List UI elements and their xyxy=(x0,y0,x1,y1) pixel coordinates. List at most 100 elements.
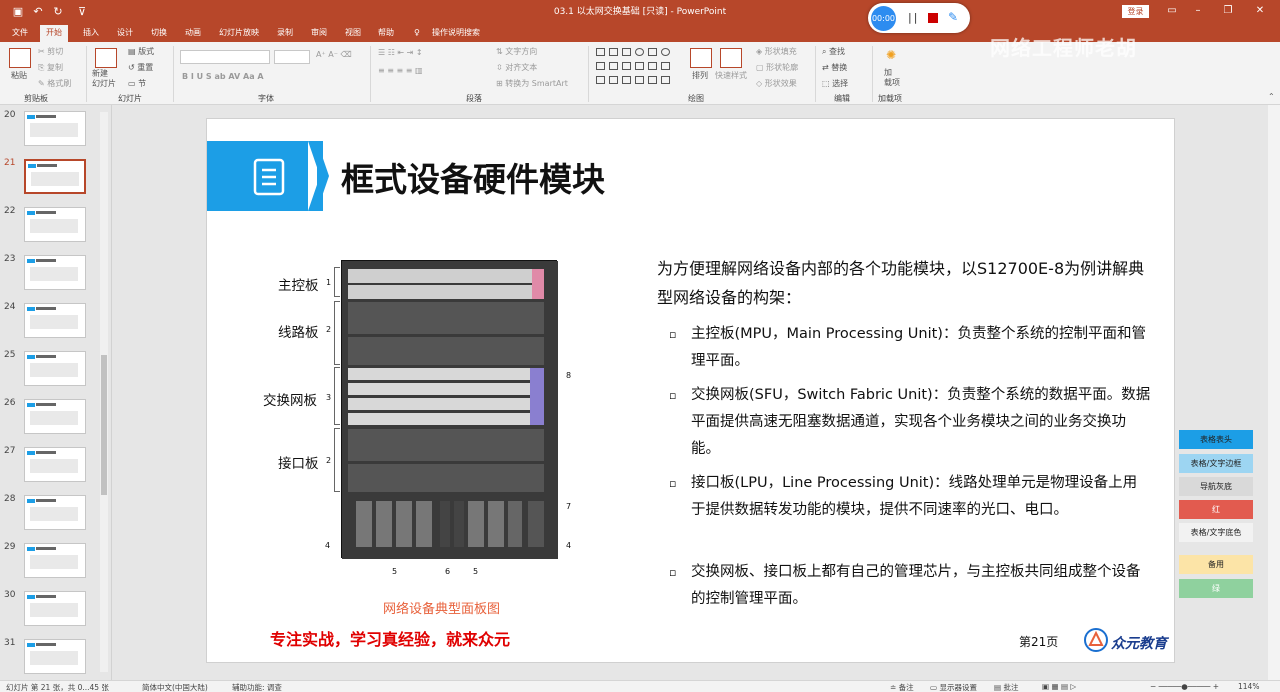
quick-styles-icon[interactable] xyxy=(720,48,742,68)
list-icons[interactable]: ☰ ☷ ⇤ ⇥ ↕ xyxy=(378,48,423,57)
zoom-level[interactable]: 114% xyxy=(1238,682,1259,691)
accessibility-status[interactable]: 辅助功能: 调查 xyxy=(232,682,282,692)
tab-record[interactable]: 录制 xyxy=(277,25,293,42)
tab-view[interactable]: 视图 xyxy=(345,25,361,42)
section-button[interactable]: ▭ 节 xyxy=(128,78,146,89)
find-button[interactable]: ⌕ 查找 xyxy=(822,46,845,57)
pause-button[interactable]: || xyxy=(908,11,919,24)
slide-thumbnail[interactable] xyxy=(24,447,86,482)
arrange-icon[interactable] xyxy=(690,48,712,68)
tell-me-search[interactable]: 操作说明搜索 xyxy=(432,25,480,42)
notes-button[interactable]: ≐ 备注 xyxy=(890,682,914,692)
align-text-button[interactable]: ⇳ 对齐文本 xyxy=(496,62,537,73)
minimize-button[interactable]: – xyxy=(1186,0,1210,22)
shape-outline-button[interactable]: ▢ 形状轮廓 xyxy=(756,62,798,73)
text-direction-button[interactable]: ⇅ 文字方向 xyxy=(496,46,537,57)
slide-thumbnail[interactable] xyxy=(24,303,86,338)
font-name-combo[interactable] xyxy=(180,50,270,64)
shape-brace-icon[interactable] xyxy=(648,62,657,70)
stop-button[interactable] xyxy=(928,13,938,23)
slide-thumbnail[interactable] xyxy=(24,639,86,674)
color-swatch[interactable]: 红 xyxy=(1179,500,1253,519)
shape-brace-icon[interactable] xyxy=(661,62,670,70)
comments-button[interactable]: ▤ 批注 xyxy=(994,682,1018,692)
shape-rect-icon[interactable] xyxy=(648,48,657,56)
tab-animations[interactable]: 动画 xyxy=(185,25,201,42)
shape-rect-icon[interactable] xyxy=(609,48,618,56)
collapse-ribbon-icon[interactable]: ⌃ xyxy=(1268,92,1275,101)
slide-thumbnail[interactable] xyxy=(24,255,86,290)
shape-arrow-icon[interactable] xyxy=(622,62,631,70)
addin-button[interactable]: 加 载项 xyxy=(884,68,900,88)
zoom-slider[interactable]: − ─────●───── + xyxy=(1150,682,1219,691)
slide-thumbnail[interactable] xyxy=(24,543,86,578)
tab-review[interactable]: 审阅 xyxy=(311,25,327,42)
copy-button[interactable]: ⎘ 复制 xyxy=(38,62,63,73)
slide-thumbnail[interactable] xyxy=(24,495,86,530)
slide-thumbnail[interactable] xyxy=(24,351,86,386)
slide-thumbnail-selected[interactable] xyxy=(24,159,86,194)
quick-styles-button[interactable]: 快速样式 xyxy=(715,70,747,81)
align-icons[interactable]: ≡ ≡ ≡ ≡ ▥ xyxy=(378,66,423,75)
smartart-button[interactable]: ⊞ 转换为 SmartArt xyxy=(496,78,568,89)
slide-thumbnail[interactable] xyxy=(24,399,86,434)
language-status[interactable]: 简体中文(中国大陆) xyxy=(142,682,208,692)
shape-star-icon[interactable] xyxy=(661,76,670,84)
arrange-button[interactable]: 排列 xyxy=(692,70,708,81)
shape-curve-icon[interactable] xyxy=(596,76,605,84)
paste-button[interactable]: 粘贴 xyxy=(11,70,27,81)
color-swatch[interactable]: 绿 xyxy=(1179,579,1253,598)
tab-design[interactable]: 设计 xyxy=(117,25,133,42)
font-format-icons[interactable]: B I U S ab AV Aa A xyxy=(182,72,264,81)
format-painter-button[interactable]: ✎ 格式刷 xyxy=(38,78,71,89)
shape-line-icon[interactable] xyxy=(622,48,631,56)
shape-curve-icon[interactable] xyxy=(635,76,644,84)
cut-button[interactable]: ✂ 剪切 xyxy=(38,46,63,57)
font-grow-icon[interactable]: A⁺ A⁻ ⌫ xyxy=(316,50,352,59)
close-button[interactable]: ✕ xyxy=(1248,0,1272,22)
color-swatch[interactable]: 表格/文字边框 xyxy=(1179,454,1253,473)
tab-insert[interactable]: 插入 xyxy=(83,25,99,42)
thumbnail-scroll-thumb[interactable] xyxy=(101,355,107,495)
shape-curve-icon[interactable] xyxy=(609,76,618,84)
tab-slideshow[interactable]: 幻灯片放映 xyxy=(219,25,259,42)
tab-home[interactable]: 开始 xyxy=(40,25,68,42)
color-swatch[interactable]: 表格表头 xyxy=(1179,430,1253,449)
shape-curve-icon[interactable] xyxy=(622,76,631,84)
replace-button[interactable]: ⇄ 替换 xyxy=(822,62,847,73)
new-slide-button[interactable]: 新建 幻灯片 xyxy=(92,69,116,89)
shape-rect-icon[interactable] xyxy=(596,48,605,56)
reset-button[interactable]: ↺ 重置 xyxy=(128,62,153,73)
display-settings-button[interactable]: ▭ 显示器设置 xyxy=(930,682,977,692)
paste-icon[interactable] xyxy=(9,48,31,68)
new-slide-icon[interactable] xyxy=(95,48,117,68)
shape-star-icon[interactable] xyxy=(648,76,657,84)
layout-button[interactable]: ▤ 版式 xyxy=(128,46,154,57)
slide-scrollbar[interactable] xyxy=(1268,105,1280,680)
tab-help[interactable]: 帮助 xyxy=(378,25,394,42)
color-swatch[interactable]: 表格/文字底色 xyxy=(1179,523,1253,542)
shape-fill-button[interactable]: ◈ 形状填充 xyxy=(756,46,797,57)
tab-file[interactable]: 文件 xyxy=(12,25,28,42)
login-button[interactable]: 登录 xyxy=(1122,5,1149,18)
shape-star-icon[interactable] xyxy=(635,62,644,70)
select-button[interactable]: ⬚ 选择 xyxy=(822,78,848,89)
view-buttons[interactable]: ▣ ▦ ▤ ▷ xyxy=(1042,682,1076,691)
slide-canvas[interactable]: 框式设备硬件模块 主控板 1 线路板 2 交换网板 3 接口板 2 8 7 4 … xyxy=(206,118,1175,663)
color-swatch[interactable]: 导航灰底 xyxy=(1179,477,1253,496)
shape-oval-icon[interactable] xyxy=(635,48,644,56)
shape-triangle-icon[interactable] xyxy=(596,62,605,70)
slide-thumbnail[interactable] xyxy=(24,111,86,146)
shape-effects-button[interactable]: ◇ 形状效果 xyxy=(756,78,797,89)
slide-thumbnail[interactable] xyxy=(24,591,86,626)
color-swatch[interactable]: 备用 xyxy=(1179,555,1253,574)
tab-transitions[interactable]: 切换 xyxy=(151,25,167,42)
ribbon-display-icon[interactable]: ▭ xyxy=(1160,0,1184,22)
font-size-combo[interactable] xyxy=(274,50,310,64)
restore-button[interactable]: ❐ xyxy=(1216,0,1240,22)
slide-thumbnail[interactable] xyxy=(24,207,86,242)
pen-icon[interactable]: ✎ xyxy=(948,10,958,24)
shape-oval-icon[interactable] xyxy=(661,48,670,56)
addin-icon[interactable]: ✺ xyxy=(886,48,896,62)
shape-arrow-icon[interactable] xyxy=(609,62,618,70)
